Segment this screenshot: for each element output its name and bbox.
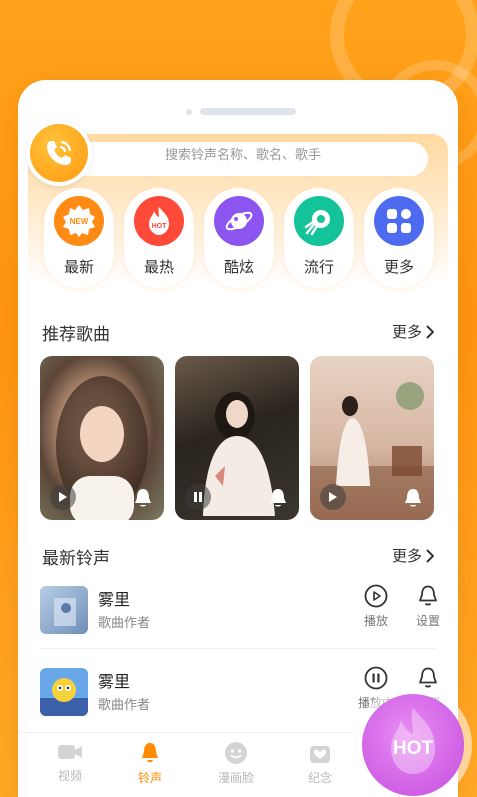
more-label: 更多 — [391, 547, 422, 565]
chevron-right-icon — [426, 548, 434, 563]
planet-icon — [214, 196, 264, 246]
phone-call-icon — [47, 140, 72, 165]
song-title: 雾里 — [98, 590, 131, 609]
category-label: 最新 — [63, 258, 94, 276]
category-label: 流行 — [303, 258, 334, 276]
play-action[interactable]: 播放 — [354, 584, 398, 629]
more-label: 更多 — [391, 323, 422, 341]
search-input[interactable]: 搜索铃声名称、歌名、歌手 — [58, 142, 428, 176]
category-label: 最热 — [143, 258, 174, 276]
set-ringtone-button[interactable] — [132, 486, 154, 510]
pause-icon — [194, 492, 202, 502]
category-hottest[interactable]: HOT 最热 — [124, 188, 194, 288]
category-row: NEW 最新 HOT 最热 酷炫 流行 更多 — [44, 188, 434, 288]
camera-dot — [186, 109, 192, 115]
tab-label: 漫画脸 — [217, 771, 254, 785]
smiley-icon — [225, 742, 247, 764]
chevron-right-icon — [426, 324, 434, 339]
play-button[interactable] — [320, 484, 346, 510]
play-icon — [59, 492, 67, 502]
song-title: 雾里 — [98, 672, 131, 691]
new-badge-text: NEW — [70, 217, 89, 226]
grid-icon — [374, 196, 424, 246]
bell-icon — [419, 667, 437, 688]
action-label: 播放 — [363, 614, 388, 628]
bell-icon — [142, 743, 158, 763]
song-artist: 歌曲作者 — [98, 616, 151, 631]
category-popular[interactable]: 流行 — [284, 188, 354, 288]
set-action[interactable]: 设置 — [406, 584, 450, 629]
divider — [40, 648, 436, 649]
play-circle-icon — [364, 584, 388, 608]
call-badge — [26, 120, 92, 186]
set-ringtone-button[interactable] — [402, 486, 424, 510]
list-item[interactable]: 雾里 歌曲作者 播放 设置 — [40, 578, 440, 644]
speaker-bar — [200, 108, 296, 115]
tab-ringtone[interactable]: 铃声 — [120, 741, 180, 786]
recommended-title: 推荐歌曲 — [42, 325, 110, 345]
bell-icon — [270, 489, 286, 507]
song-card[interactable] — [40, 356, 164, 520]
hot-badge-text: HOT — [152, 223, 168, 230]
recommended-more-link[interactable]: 更多 — [392, 321, 434, 342]
song-card[interactable] — [175, 356, 299, 520]
song-thumbnail — [40, 668, 88, 716]
new-badge-icon: NEW — [54, 196, 104, 246]
latest-more-link[interactable]: 更多 — [392, 545, 434, 566]
play-icon — [329, 492, 337, 502]
hot-flame-icon: HOT — [134, 196, 184, 246]
category-newest[interactable]: NEW 最新 — [44, 188, 114, 288]
tab-memorial[interactable]: 纪念 — [290, 741, 350, 786]
bell-icon — [135, 489, 151, 507]
set-ringtone-button[interactable] — [267, 486, 289, 510]
category-cool[interactable]: 酷炫 — [204, 188, 274, 288]
tab-video[interactable]: 视频 — [40, 741, 100, 784]
bell-icon — [405, 489, 421, 507]
pause-button[interactable] — [185, 484, 211, 510]
hot-fab-label: HOT — [392, 738, 434, 759]
tab-label: 视频 — [57, 769, 82, 783]
pause-circle-icon — [364, 666, 388, 690]
latest-title: 最新铃声 — [42, 549, 110, 569]
recommended-cards — [40, 356, 434, 520]
action-label: 设置 — [415, 614, 440, 628]
hot-fab-button[interactable]: HOT — [362, 694, 464, 796]
category-label: 酷炫 — [223, 258, 254, 276]
tab-cartoon-face[interactable]: 漫画脸 — [206, 741, 266, 786]
song-artist: 歌曲作者 — [98, 698, 151, 713]
category-more[interactable]: 更多 — [364, 188, 434, 288]
gift-heart-icon — [310, 746, 330, 763]
play-button[interactable] — [50, 484, 76, 510]
song-card[interactable] — [310, 356, 434, 520]
video-icon — [58, 745, 82, 759]
category-label: 更多 — [383, 258, 414, 276]
phone-frame: 搜索铃声名称、歌名、歌手 NEW 最新 HOT 最热 酷炫 流行 更多 推荐歌曲… — [18, 80, 458, 797]
song-thumbnail — [40, 586, 88, 634]
tab-label: 纪念 — [307, 771, 332, 785]
bell-icon — [419, 585, 437, 606]
search-placeholder: 搜索铃声名称、歌名、歌手 — [164, 147, 321, 163]
rocket-icon — [294, 196, 344, 246]
tab-label: 铃声 — [137, 771, 162, 785]
